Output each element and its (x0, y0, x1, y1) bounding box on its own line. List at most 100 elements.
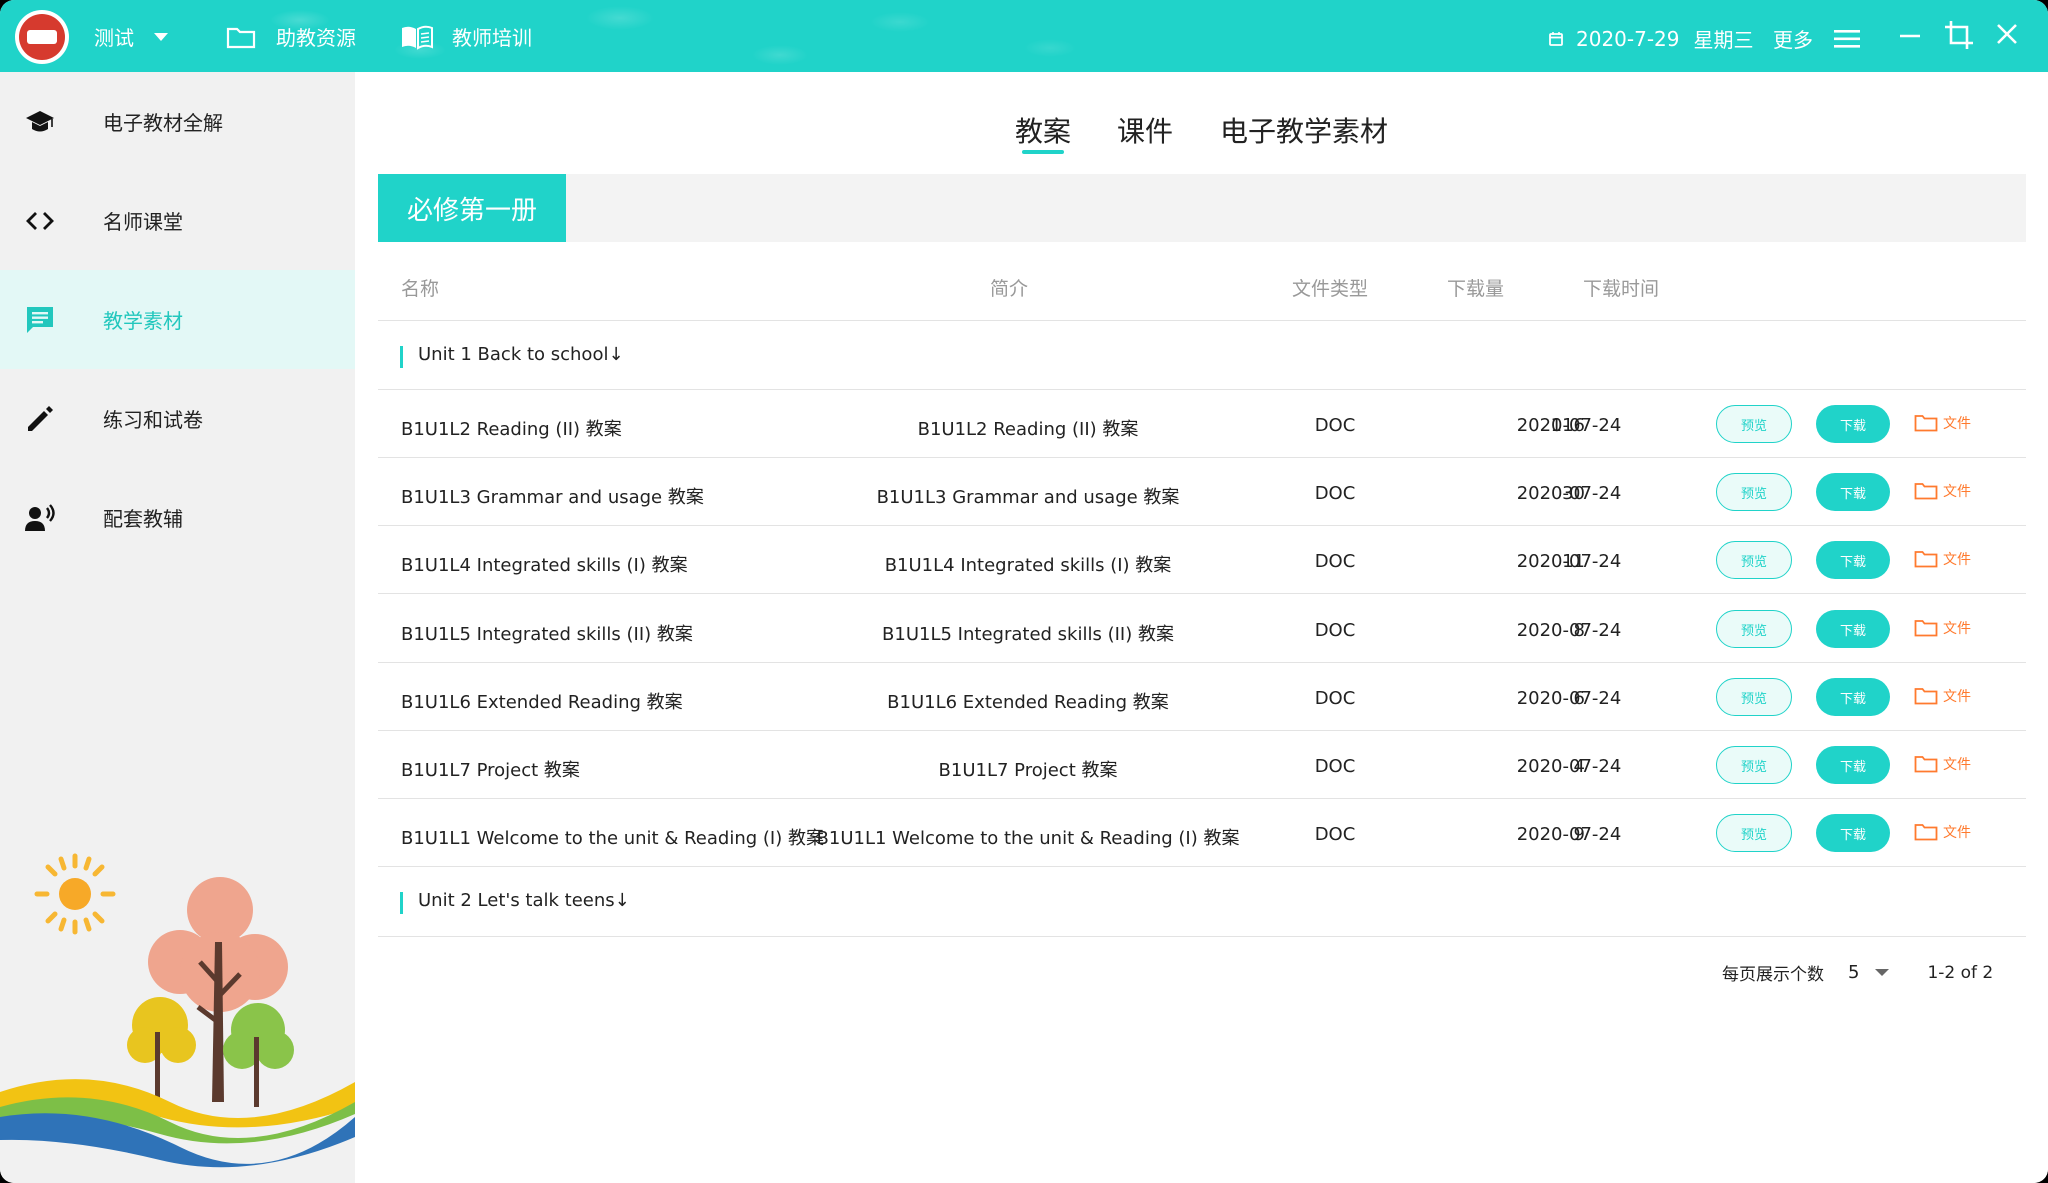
download-button[interactable]: 下载 (1816, 473, 1890, 511)
sidebar-item-master-class[interactable]: 名师课堂 (0, 171, 355, 270)
app-logo (15, 10, 69, 64)
row-name: B1U1L7 Project 教案 (401, 760, 580, 781)
nav-item-teacher-training[interactable]: 教师培训 (400, 22, 532, 51)
folder-icon (1914, 551, 1938, 568)
divider (378, 525, 2026, 526)
preview-button[interactable]: 预览 (1716, 610, 1792, 648)
row-date: 2020-07-24 (1516, 824, 1622, 845)
group-row-unit-1[interactable]: Unit 1 Back to school↓ (378, 322, 2026, 390)
tab-digital-materials[interactable]: 电子教学素材 (1220, 110, 1388, 150)
file-link[interactable]: 文件 (1914, 481, 1971, 501)
user-label: 测试 (94, 26, 134, 50)
close-icon (1997, 24, 2017, 44)
divider (378, 798, 2026, 799)
more-menu[interactable]: 更多 (1773, 24, 1861, 53)
preview-button[interactable]: 预览 (1716, 541, 1792, 579)
divider (378, 320, 2026, 321)
nav-item-assist-resources[interactable]: 助教资源 (226, 22, 356, 51)
folder-icon (1914, 756, 1938, 773)
column-header-description: 简介 (990, 278, 1029, 300)
title-bar: 测试 助教资源 教师培训 2020-7-29 星期三 更多 (0, 0, 2048, 72)
minimize-button[interactable] (1898, 22, 1922, 46)
sidebar-item-label: 配套教辅 (103, 507, 183, 531)
tree-illustration (127, 877, 294, 1107)
group-row-unit-2[interactable]: Unit 2 Let's talk teens↓ (378, 868, 2026, 936)
table-row[interactable]: B1U1L6 Extended Reading 教案 B1U1L6 Extende… (378, 664, 2026, 732)
preview-button[interactable]: 预览 (1716, 814, 1792, 852)
row-file-type: DOC (1314, 688, 1356, 709)
crop-window-button[interactable] (1944, 20, 1974, 50)
row-name: B1U1L4 Integrated skills (I) 教案 (401, 555, 688, 576)
active-tab-indicator (1022, 150, 1064, 154)
table-row[interactable]: B1U1L1 Welcome to the unit & Reading (I)… (378, 800, 2026, 868)
table-row[interactable]: B1U1L2 Reading (II) 教案 B1U1L2 Reading (II… (378, 391, 2026, 459)
sidebar-item-teaching-materials[interactable]: 教学素材 (0, 270, 355, 369)
download-button[interactable]: 下载 (1816, 405, 1890, 443)
download-button[interactable]: 下载 (1816, 746, 1890, 784)
preview-button[interactable]: 预览 (1716, 405, 1792, 443)
folder-icon (1914, 483, 1938, 500)
sidebar-item-label: 教学素材 (103, 309, 183, 333)
pagination: 每页展示个数 5 1-2 of 2 (1722, 960, 1993, 985)
code-icon (26, 212, 54, 230)
group-label: Unit 2 Let's talk teens↓ (418, 890, 630, 911)
graduation-cap-icon (26, 111, 54, 132)
file-link[interactable]: 文件 (1914, 549, 1971, 569)
preview-button[interactable]: 预览 (1716, 678, 1792, 716)
table-row[interactable]: B1U1L3 Grammar and usage 教案 B1U1L3 Gramma… (378, 459, 2026, 527)
row-date: 2020-07-24 (1516, 620, 1622, 641)
file-link-label: 文件 (1943, 689, 1971, 705)
calendar-icon (1549, 31, 1563, 46)
folder-icon (1914, 415, 1938, 432)
tab-lesson-plan[interactable]: 教案 (1015, 110, 1071, 150)
per-page-select[interactable]: 5 (1848, 962, 1859, 983)
row-file-type: DOC (1314, 483, 1356, 504)
folder-icon (1914, 688, 1938, 705)
divider (378, 662, 2026, 663)
file-link[interactable]: 文件 (1914, 822, 1971, 842)
sidebar-item-label: 电子教材全解 (103, 111, 223, 135)
weekday-text: 星期三 (1693, 28, 1754, 52)
table-row[interactable]: B1U1L5 Integrated skills (II) 教案 B1U1L5 I… (378, 596, 2026, 664)
download-button[interactable]: 下载 (1816, 678, 1890, 716)
preview-button[interactable]: 预览 (1716, 473, 1792, 511)
file-link-label: 文件 (1943, 552, 1971, 568)
table-row[interactable]: B1U1L4 Integrated skills (I) 教案 B1U1L4 In… (378, 527, 2026, 595)
column-header-download-time: 下载时间 (1583, 278, 1660, 300)
sidebar-item-ebook[interactable]: 电子教材全解 (0, 72, 355, 171)
tab-courseware[interactable]: 课件 (1117, 110, 1173, 150)
file-link[interactable]: 文件 (1914, 618, 1971, 638)
row-file-type: DOC (1314, 756, 1356, 777)
app-window: 测试 助教资源 教师培训 2020-7-29 星期三 更多 电子教材全解 名师课… (0, 0, 2048, 1183)
row-file-type: DOC (1314, 824, 1356, 845)
message-icon (27, 307, 53, 333)
row-date: 2020-07-24 (1516, 415, 1622, 436)
row-file-type: DOC (1314, 551, 1356, 572)
sidebar-item-exercises[interactable]: 练习和试卷 (0, 369, 355, 468)
chevron-down-icon (154, 32, 168, 41)
per-page-label: 每页展示个数 (1722, 965, 1824, 985)
preview-button[interactable]: 预览 (1716, 746, 1792, 784)
file-link[interactable]: 文件 (1914, 754, 1971, 774)
sidebar: 电子教材全解 名师课堂 教学素材 练习和试卷 配套教辅 (0, 72, 355, 1183)
landscape-illustration (0, 853, 355, 1168)
table-row[interactable]: B1U1L7 Project 教案 B1U1L7 Project 教案 DOC 4 20… (378, 732, 2026, 800)
chevron-down-icon[interactable] (1875, 969, 1890, 976)
file-link[interactable]: 文件 (1914, 686, 1971, 706)
column-header-downloads: 下载量 (1447, 278, 1505, 300)
folder-icon (1914, 620, 1938, 637)
divider (378, 866, 2026, 867)
download-button[interactable]: 下载 (1816, 541, 1890, 579)
file-link[interactable]: 文件 (1914, 413, 1971, 433)
download-button[interactable]: 下载 (1816, 814, 1890, 852)
user-menu[interactable]: 测试 (94, 22, 168, 51)
download-button[interactable]: 下载 (1816, 610, 1890, 648)
file-link-label: 文件 (1943, 416, 1971, 432)
row-name: B1U1L6 Extended Reading 教案 (401, 692, 683, 713)
divider (378, 730, 2026, 731)
sidebar-item-supplementary[interactable]: 配套教辅 (0, 468, 355, 567)
row-name: B1U1L1 Welcome to the unit & Reading (I)… (401, 828, 824, 849)
close-button[interactable] (1995, 22, 2019, 46)
section-title[interactable]: 必修第一册 (378, 174, 566, 242)
speaker-person-icon (25, 504, 55, 531)
